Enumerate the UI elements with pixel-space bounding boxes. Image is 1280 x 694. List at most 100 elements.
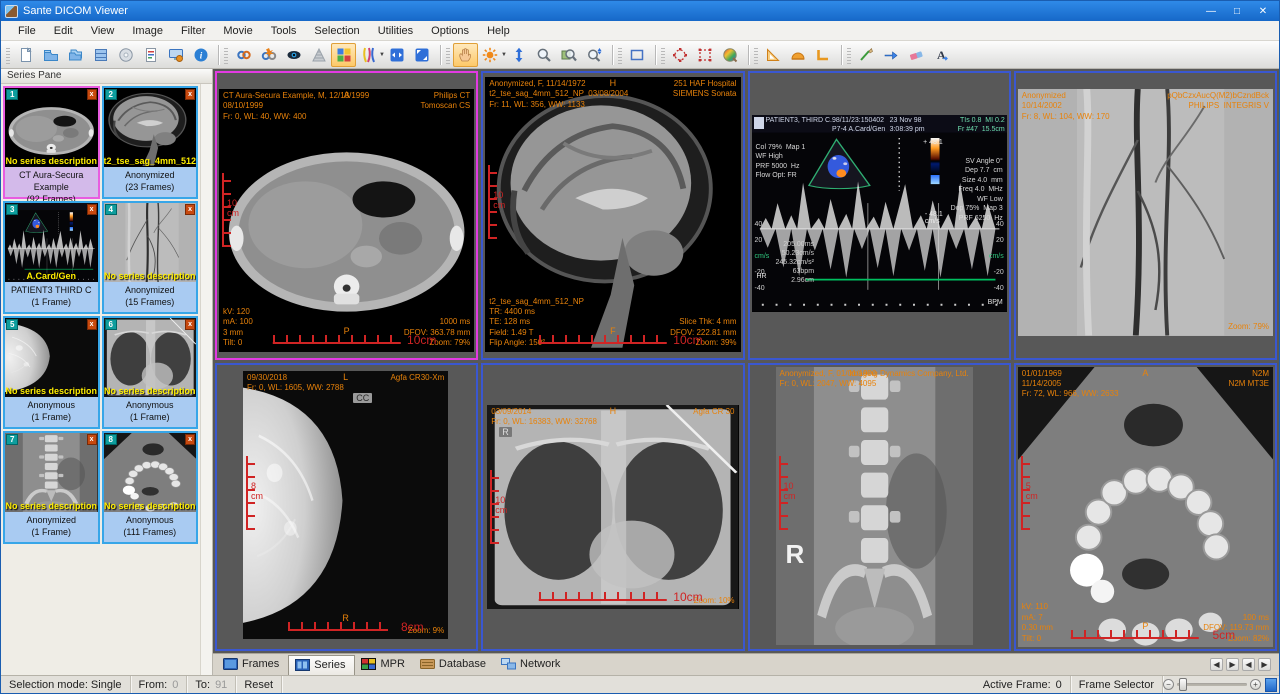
window-level-sun-icon[interactable] <box>478 43 503 67</box>
tab-network[interactable]: Network <box>495 655 569 675</box>
menu-image[interactable]: Image <box>123 22 172 40</box>
series-thumbnail-4[interactable]: 4 x No series description Anonymized(15 … <box>102 201 199 314</box>
menu-tools[interactable]: Tools <box>262 22 306 40</box>
series-thumbnail-1[interactable]: 1 x No series description CT Aura-Secura… <box>3 86 100 199</box>
tab-frames[interactable]: Frames <box>217 655 288 675</box>
nav-next-button[interactable]: ◀ <box>1242 658 1255 671</box>
menu-selection[interactable]: Selection <box>305 22 368 40</box>
series-layout-icon[interactable] <box>356 43 381 67</box>
tab-mpr[interactable]: MPR <box>355 655 413 675</box>
histogram-icon[interactable] <box>306 43 331 67</box>
close-series-icon[interactable]: x <box>185 204 195 215</box>
nav-last-button[interactable]: ▶ <box>1258 658 1271 671</box>
viewport-dental-ct[interactable]: 01/01/196911/14/2005Fr: 72, WL: 966, WW:… <box>1014 363 1277 652</box>
menu-utilities[interactable]: Utilities <box>369 22 422 40</box>
full-screen-icon[interactable] <box>410 43 435 67</box>
new-file-icon[interactable] <box>13 43 38 67</box>
zoom-reset-icon[interactable] <box>582 43 607 67</box>
toolbar-group-handle[interactable] <box>6 46 10 64</box>
arrow-annotation-icon[interactable] <box>879 43 904 67</box>
toolbar-group-handle[interactable] <box>618 46 622 64</box>
series-thumbnail-5[interactable]: 5 x No series description Anonymous(1 Fr… <box>3 316 100 429</box>
show-overlays-eye-icon[interactable] <box>281 43 306 67</box>
menu-filter[interactable]: Filter <box>172 22 214 40</box>
menu-view[interactable]: View <box>82 22 124 40</box>
protractor-icon[interactable] <box>786 43 811 67</box>
angle-measure-icon[interactable] <box>811 43 836 67</box>
fit-to-window-icon[interactable] <box>385 43 410 67</box>
ellipse-roi-icon[interactable] <box>668 43 693 67</box>
archive-icon[interactable] <box>88 43 113 67</box>
slider-plus-button[interactable]: + <box>1250 679 1261 690</box>
slider-minus-button[interactable]: − <box>1163 679 1174 690</box>
toolbar-group-handle[interactable] <box>224 46 228 64</box>
unlink-series-icon[interactable] <box>256 43 281 67</box>
close-series-icon[interactable]: x <box>185 89 195 100</box>
toolbar-group-handle[interactable] <box>661 46 665 64</box>
burn-cd-icon[interactable] <box>113 43 138 67</box>
slider-track[interactable] <box>1177 683 1247 686</box>
link-series-icon[interactable] <box>231 43 256 67</box>
series-thumbnail-7[interactable]: 7 x No series description Anonymized(1 F… <box>3 431 100 544</box>
toolbar-group-handle[interactable] <box>754 46 758 64</box>
open-series-icon[interactable] <box>63 43 88 67</box>
close-series-icon[interactable]: x <box>185 319 195 330</box>
tab-database[interactable]: Database <box>414 655 495 675</box>
viewport-chest-xray[interactable]: 03/09/2014Fr: 0, WL: 16383, WW: 32768 Ag… <box>481 363 744 652</box>
title-bar[interactable]: Sante DICOM Viewer — □ ✕ <box>1 1 1279 21</box>
minimize-button[interactable]: — <box>1199 3 1223 19</box>
screen-layout-icon[interactable] <box>331 43 356 67</box>
eraser-icon[interactable] <box>904 43 929 67</box>
set-square-icon[interactable] <box>761 43 786 67</box>
series-thumbnail-6[interactable]: 6 x No series description Anonymous(1 Fr… <box>102 316 199 429</box>
viewport-mammogram[interactable]: 09/30/2018Fr: 0, WL: 1605, WW: 2788 Agfa… <box>215 363 478 652</box>
pan-hand-icon[interactable] <box>453 43 478 67</box>
color-palette-icon[interactable] <box>718 43 743 67</box>
info-icon[interactable]: i <box>188 43 213 67</box>
toolbar-group-handle[interactable] <box>446 46 450 64</box>
zoom-region-icon[interactable] <box>557 43 582 67</box>
slider-thumb[interactable] <box>1179 678 1187 691</box>
viewport-abdomen-xray[interactable]: Anonymized, F, 01/01/1900Fr: 0, WL: 2047… <box>748 363 1011 652</box>
nav-prev-button[interactable]: ▶ <box>1226 658 1239 671</box>
reset-button[interactable]: Reset <box>236 676 282 693</box>
menu-help[interactable]: Help <box>478 22 519 40</box>
workstation-settings-icon[interactable] <box>163 43 188 67</box>
close-series-icon[interactable]: x <box>185 434 195 445</box>
viewport-angiogram[interactable]: Anonymized10/14/2002Fr: 8, WL: 104, WW: … <box>1014 71 1277 360</box>
close-series-icon[interactable]: x <box>87 319 97 330</box>
to-field[interactable]: To:91 <box>187 676 236 693</box>
close-series-icon[interactable]: x <box>87 204 97 215</box>
series-thumbnail-2[interactable]: 2 x t2_tse_sag_4mm_512_NP Anonymized(23 … <box>102 86 199 199</box>
from-field[interactable]: From:0 <box>131 676 188 693</box>
viewport-ct-abdomen[interactable]: CT Aura-Secura Example, M, 12/13/199908/… <box>215 71 478 360</box>
line-annotation-icon[interactable] <box>854 43 879 67</box>
open-folder-icon[interactable] <box>38 43 63 67</box>
frame-selector-slider[interactable]: − + <box>1163 679 1265 690</box>
series-thumbnail-3[interactable]: 3 x A.Card/Gen PATIENT3 THIRD C(1 Frame) <box>3 201 100 314</box>
viewport-mri-brain[interactable]: Anonymized, F, 11/14/1972t2_tse_sag_4mm_… <box>481 71 744 360</box>
report-icon[interactable] <box>138 43 163 67</box>
menu-file[interactable]: File <box>9 22 45 40</box>
scroll-frames-icon[interactable] <box>507 43 532 67</box>
zoom-icon[interactable] <box>532 43 557 67</box>
menu-edit[interactable]: Edit <box>45 22 82 40</box>
maximize-button[interactable]: □ <box>1225 3 1249 19</box>
colorbar-max: + 48.1 <box>923 139 943 146</box>
series-pane-scrollbar[interactable] <box>200 84 212 675</box>
series-thumbnail-8[interactable]: 8 x No series description Anonymous(111 … <box>102 431 199 544</box>
menu-options[interactable]: Options <box>422 22 478 40</box>
nav-first-button[interactable]: ◀ <box>1210 658 1223 671</box>
bottom-ruler: 10cm <box>539 335 667 344</box>
close-button[interactable]: ✕ <box>1251 3 1275 19</box>
viewport-ultrasound-doppler[interactable]: PATIENT3, THIRD C. 98/11/23:150402P7-4 A… <box>748 71 1011 360</box>
toolbar-group-handle[interactable] <box>847 46 851 64</box>
tab-series[interactable]: Series <box>288 655 355 675</box>
text-annotation-icon[interactable]: A <box>929 43 954 67</box>
resize-grip[interactable] <box>1265 678 1277 692</box>
rectangle-select-icon[interactable] <box>625 43 650 67</box>
close-series-icon[interactable]: x <box>87 434 97 445</box>
menu-movie[interactable]: Movie <box>214 22 261 40</box>
rectangle-roi-icon[interactable] <box>693 43 718 67</box>
close-series-icon[interactable]: x <box>87 89 97 100</box>
